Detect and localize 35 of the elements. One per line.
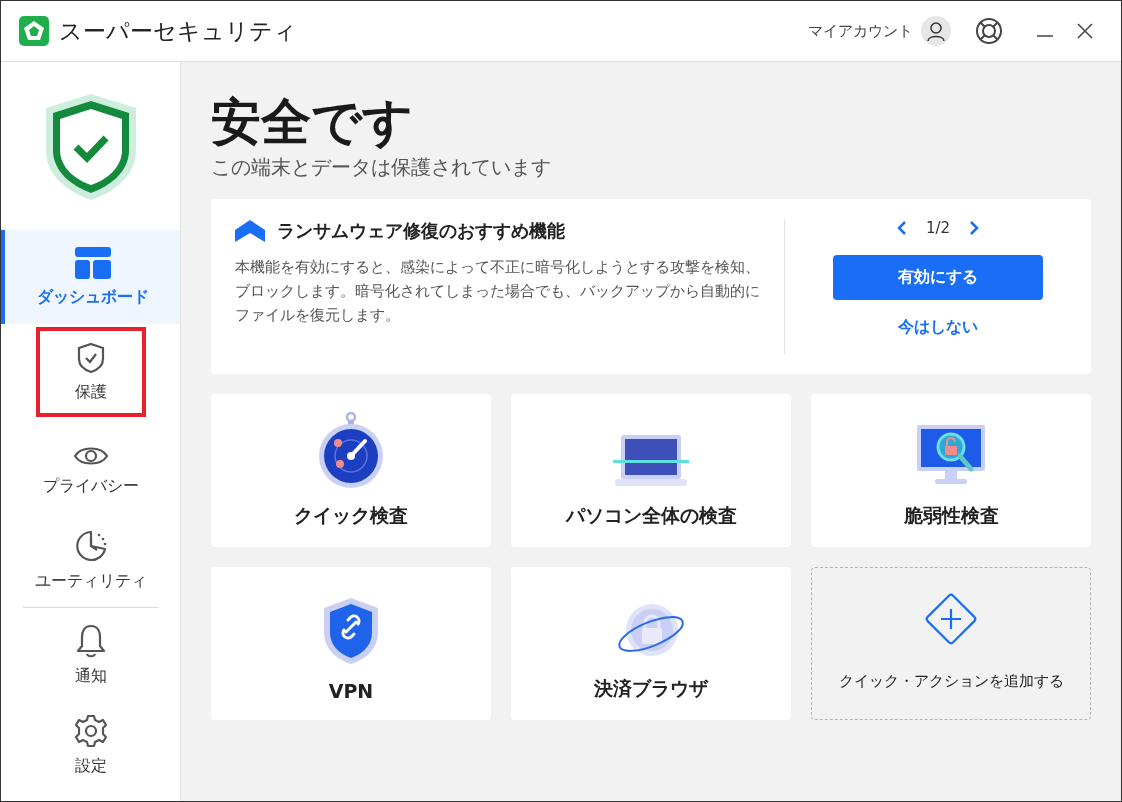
account-label: マイアカウント [808,21,913,41]
add-action-tile[interactable]: クイック・アクションを追加する [811,567,1091,720]
previous-icon[interactable] [895,220,908,236]
card-description: 本機能を有効にすると、感染によって不正に暗号化しようとする攻撃を検知、ブロックします。暗号化されてしまった場合でも、バックアップから自動的にファイルを復元します。 [235,258,761,325]
sidebar-item[interactable]: プライバシー [1,425,180,515]
sidebar-item[interactable]: ユーティリティ [1,515,180,605]
action-tile[interactable]: VPN [211,567,491,720]
window-title: スーパーセキュリティ [59,16,298,46]
shield-check-icon [76,341,105,374]
action-tile[interactable]: 脆弱性検査 [811,394,1091,547]
not-now-link[interactable]: 今はしない [892,316,984,339]
status-subtitle: この端末とデータは保護されています [211,154,552,181]
sidebar-item[interactable]: ダッシュボード [1,230,180,324]
app-logo-icon [19,16,49,46]
action-tile[interactable]: 決済ブラウザ [511,567,791,720]
bell-icon [75,623,106,658]
page-indicator: 1/2 [925,219,951,237]
dashboard-icon [74,246,111,279]
sidebar-item[interactable]: 設定 [1,700,180,790]
card-title: ランサムウェア修復のおすすめ機能 [277,219,565,243]
roof-icon [235,220,265,242]
settings-icon [73,713,108,748]
enable-button[interactable]: 有効にする [833,255,1043,300]
status-title: 安全です [211,92,414,153]
action-tile[interactable]: クイック検査 [211,394,491,547]
gear-clock-icon [73,528,108,563]
sidebar-item[interactable]: 保護 [35,327,146,417]
shield-check-icon [43,92,138,202]
action-tile[interactable]: パソコン全体の検査 [511,394,791,547]
stopwatch-radar-icon [317,411,385,489]
shield-link-icon [322,596,380,666]
next-icon[interactable] [968,220,981,236]
sidebar-item[interactable]: 通知 [1,610,180,700]
laptop-scan-icon [613,433,689,489]
account-avatar[interactable] [921,16,951,46]
